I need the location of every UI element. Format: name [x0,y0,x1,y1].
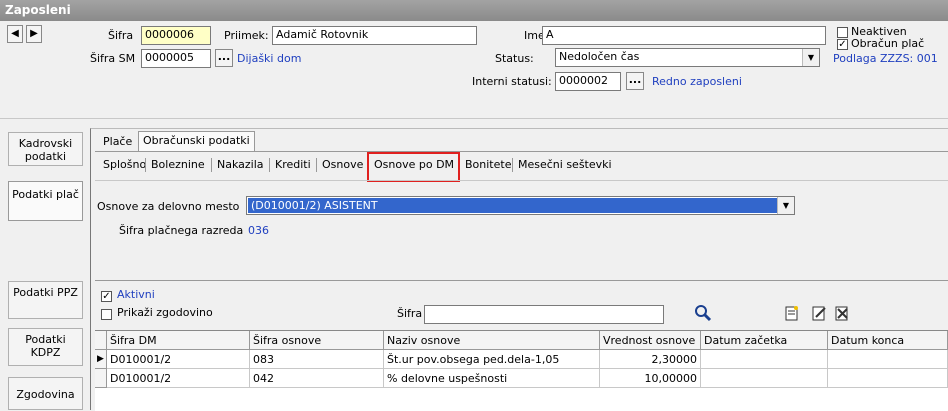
razred-value: 036 [248,224,269,237]
neaktiven-checkbox[interactable] [837,27,848,38]
subtab-separator [269,158,270,172]
edit-document-icon[interactable] [812,305,827,321]
subtab-bonitete[interactable]: Bonitete [465,156,511,174]
zgodovino-label: Prikaži zgodovino [117,306,213,319]
previous-record-button[interactable]: ◀ [7,25,23,43]
subtab-boleznine[interactable]: Boleznine [151,156,205,174]
chevron-down-icon[interactable]: ▼ [777,197,794,214]
subtab-splosno[interactable]: Splošno [103,156,146,174]
razred-label: Šifra plačnega razreda [119,224,244,237]
table-cell[interactable] [701,350,828,369]
subtab-nakazila[interactable]: Nakazila [217,156,264,174]
sidebar-item-label: Zgodovina [16,388,75,401]
next-record-button[interactable]: ▶ [26,25,42,43]
current-row-indicator-icon: ▶ [95,350,107,369]
sidebar-item-placa[interactable]: Podatki plač [8,181,83,221]
sidebar-item-label: Podatki PPZ [13,286,78,299]
osnove-table: Šifra DM Šifra osnove Naziv osnove Vredn… [95,330,948,411]
podlaga-link[interactable]: Podlaga ZZZS: 001 [833,52,938,65]
column-header[interactable]: Šifra DM [107,331,250,350]
delete-document-icon[interactable] [835,305,850,321]
table-cell[interactable]: % delovne uspešnosti [384,369,600,388]
sidebar-item-kadrovski[interactable]: Kadrovski podatki [8,132,83,166]
table-cell[interactable] [828,350,948,369]
checkmark-icon: ✓ [102,291,111,302]
ellipsis-icon: ... [628,73,642,86]
sidebar-item-label: Podatki KDPZ [25,333,66,359]
interni-statusi-label: Interni statusi: [472,75,552,88]
subtab-divider [95,180,948,181]
priimek-label: Priimek: [224,29,269,42]
obracun-checkbox[interactable]: ✓ [837,39,848,50]
sidebar-item-label: Podatki plač [12,188,79,201]
sifra-filter-label: Šifra [397,307,423,320]
priimek-field[interactable]: Adamič Rotovnik [272,26,477,45]
subtab-separator [512,158,513,172]
subtab-separator [211,158,212,172]
column-header[interactable]: Šifra osnove [250,331,384,350]
table-cell[interactable]: 2,30000 [600,350,701,369]
row-header [95,369,107,388]
tab-divider [95,151,948,152]
osnove-dm-select[interactable]: (D010001/2) ASISTENT ▼ [246,196,795,215]
sifra-sm-lookup-button[interactable]: ... [215,49,233,67]
column-header[interactable]: Naziv osnove [384,331,600,350]
sidebar-item-label: Kadrovski podatki [18,137,73,163]
chevron-right-icon: ▶ [30,28,38,39]
sidebar-item-kdpz[interactable]: Podatki KDPZ [8,328,83,366]
tab-obracunski[interactable]: Obračunski podatki [138,131,255,152]
sidebar-item-zgodovina[interactable]: Zgodovina [8,377,83,410]
header-divider [0,118,948,119]
column-header[interactable]: Vrednost osnove [600,331,701,350]
table-cell[interactable]: 10,00000 [600,369,701,388]
subtab-krediti[interactable]: Krediti [275,156,311,174]
table-cell[interactable]: D010001/2 [107,350,250,369]
new-document-icon[interactable] [785,305,799,321]
sifra-label: Šifra [108,29,134,42]
sifra-filter-input[interactable] [424,305,664,324]
table-cell[interactable]: D010001/2 [107,369,250,388]
sifra-sm-link[interactable]: Dijaški dom [237,52,301,65]
row-header-corner [95,331,107,350]
table-cell[interactable]: Št.ur pov.obsega ped.dela-1,05 [384,350,600,369]
zgodovino-checkbox[interactable] [101,309,112,320]
interni-statusi-link[interactable]: Redno zaposleni [652,75,742,88]
sifra-field[interactable]: 0000006 [141,26,211,45]
section-divider [95,280,948,281]
aktivni-checkbox[interactable]: ✓ [101,291,112,302]
sidebar-item-ppz[interactable]: Podatki PPZ [8,281,83,319]
search-icon[interactable] [694,304,712,322]
tab-place[interactable]: Plače [103,133,132,151]
checkmark-icon: ✓ [838,39,847,50]
interni-statusi-field[interactable]: 0000002 [555,72,621,91]
subtab-osnove[interactable]: Osnove [322,156,363,174]
table-cell[interactable]: 042 [250,369,384,388]
table-cell[interactable] [828,369,948,388]
table-cell[interactable]: 083 [250,350,384,369]
chevron-down-icon[interactable]: ▼ [802,49,819,66]
sifra-sm-field[interactable]: 0000005 [141,49,211,68]
interni-lookup-button[interactable]: ... [626,72,644,90]
window-titlebar: Zaposleni [0,0,948,21]
osnove-dm-label: Osnove za delovno mesto [97,200,240,213]
status-select[interactable]: Nedoločen čas ▼ [555,48,820,67]
column-header[interactable]: Datum konca [828,331,948,350]
subtab-osnove-po-dm[interactable]: Osnove po DM [374,156,454,174]
status-label: Status: [495,52,534,65]
ime-field[interactable]: A [542,26,826,45]
column-header[interactable]: Datum začetka [701,331,828,350]
subtab-separator [316,158,317,172]
status-value: Nedoločen čas [559,50,640,63]
osnove-dm-value: (D010001/2) ASISTENT [248,198,777,213]
subtab-separator [145,158,146,172]
window-title: Zaposleni [5,3,71,17]
ellipsis-icon: ... [217,50,231,63]
chevron-left-icon: ◀ [11,28,19,39]
subtab-mesecni-sestevki[interactable]: Mesečni seštevki [518,156,612,174]
table-cell[interactable] [701,369,828,388]
obracun-label: Obračun plač [851,37,925,50]
aktivni-label: Aktivni [117,288,155,301]
sifra-sm-label: Šifra SM [90,52,136,65]
